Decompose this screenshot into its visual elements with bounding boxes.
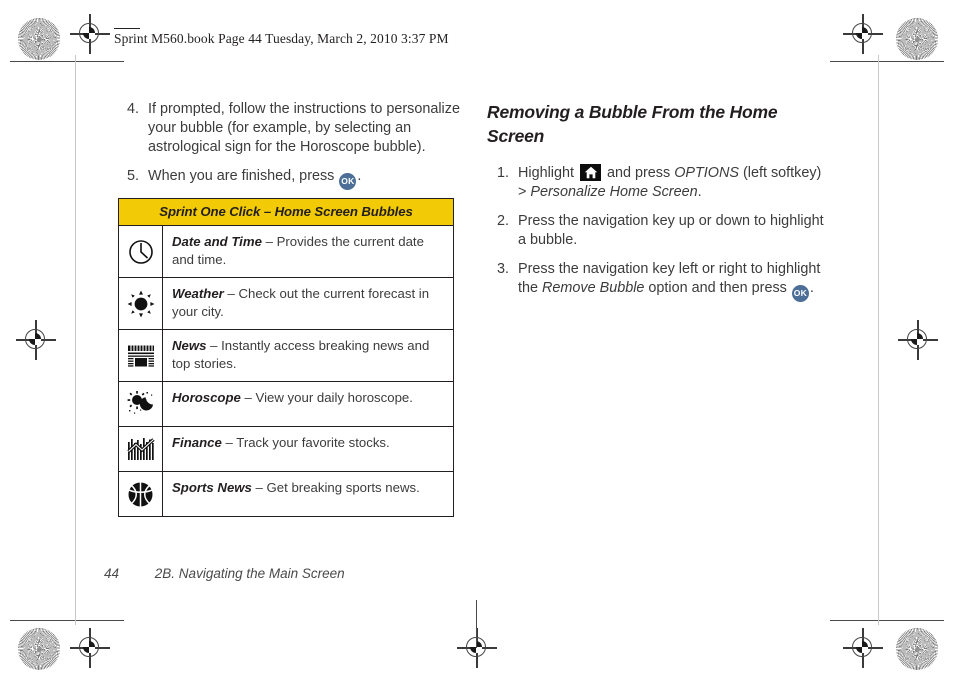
step-number: 5. bbox=[126, 168, 139, 184]
table-row: Sports News – Get breaking sports news. bbox=[119, 472, 453, 516]
registration-target-bottom-left bbox=[70, 628, 110, 668]
clock-icon bbox=[119, 226, 163, 277]
step-text: When you are finished, press OK. bbox=[148, 168, 361, 190]
step-item: 1. Highlight and press OPTIONS (left soft… bbox=[487, 164, 832, 202]
emphasis-text: Remove Bubble bbox=[542, 280, 645, 296]
step-number: 1. bbox=[496, 165, 509, 181]
bubble-name: Finance bbox=[172, 435, 222, 450]
registration-target-right-middle bbox=[898, 320, 938, 360]
density-starburst-bottom-left bbox=[18, 628, 60, 670]
bubble-name: Horoscope bbox=[172, 390, 241, 405]
running-header: Sprint M560.book Page 44 Tuesday, March … bbox=[114, 31, 449, 46]
footer-page-number: 44 bbox=[104, 566, 120, 581]
bubble-description: Finance – Track your favorite stocks. bbox=[172, 435, 390, 450]
running-header-rule bbox=[114, 28, 140, 30]
ok-key-icon: OK bbox=[339, 173, 357, 190]
stock-chart-icon bbox=[119, 427, 163, 471]
left-column: 4. If prompted, follow the instructions t… bbox=[117, 100, 462, 200]
step-text: Highlight and press OPTIONS (left softke… bbox=[518, 164, 822, 200]
registration-target-top-right bbox=[843, 14, 883, 54]
left-step-list: 4. If prompted, follow the instructions t… bbox=[117, 100, 462, 190]
step-item: 4. If prompted, follow the instructions t… bbox=[117, 100, 462, 157]
bubble-description: Weather – Check out the current forecast… bbox=[172, 286, 430, 319]
density-starburst-top-left bbox=[18, 18, 60, 60]
step-number: 2. bbox=[496, 213, 509, 229]
registration-target-bottom-right bbox=[843, 628, 883, 668]
bubble-name: Sports News bbox=[172, 480, 252, 495]
bubble-name: News bbox=[172, 338, 207, 353]
table-body: Date and Time – Provides the current dat… bbox=[119, 226, 453, 516]
table-header-title: Sprint One Click – Home Screen Bubbles bbox=[119, 199, 453, 226]
emphasis-text: Personalize Home Screen bbox=[530, 184, 698, 200]
step-number: 3. bbox=[496, 261, 509, 277]
step-text: Press the navigation key left or right t… bbox=[518, 261, 820, 302]
sun-moon-horoscope-icon bbox=[119, 382, 163, 426]
page-edge-left bbox=[75, 55, 76, 625]
crop-mark-bottom-right bbox=[830, 620, 944, 622]
bubble-name: Weather bbox=[172, 286, 224, 301]
bubble-name: Date and Time bbox=[172, 234, 262, 249]
crop-mark-center-fold bbox=[476, 600, 478, 648]
density-starburst-top-right bbox=[896, 18, 938, 60]
table-row: News – Instantly access breaking news an… bbox=[119, 330, 453, 382]
step-text: If prompted, follow the instructions to … bbox=[148, 101, 460, 155]
step-item: 5. When you are finished, press OK. bbox=[117, 167, 462, 190]
bubble-description: Sports News – Get breaking sports news. bbox=[172, 480, 420, 495]
ok-key-icon: OK bbox=[791, 285, 809, 302]
right-column: Removing a Bubble From the Home Screen 1… bbox=[487, 100, 832, 312]
density-starburst-bottom-right bbox=[896, 628, 938, 670]
step-item: 3. Press the navigation key left or right… bbox=[487, 260, 832, 302]
sun-weather-icon bbox=[119, 278, 163, 329]
table-row: Finance – Track your favorite stocks. bbox=[119, 427, 453, 472]
page-footer: 44 2B. Navigating the Main Screen bbox=[104, 566, 345, 581]
right-step-list: 1. Highlight and press OPTIONS (left soft… bbox=[487, 164, 832, 302]
bubble-description: Date and Time – Provides the current dat… bbox=[172, 234, 424, 267]
step-text: Press the navigation key up or down to h… bbox=[518, 213, 824, 248]
crop-mark-top-right bbox=[830, 61, 944, 63]
step-item: 2. Press the navigation key up or down to… bbox=[487, 212, 832, 250]
table-row: Date and Time – Provides the current dat… bbox=[119, 226, 453, 278]
newspaper-icon bbox=[119, 330, 163, 381]
table-row: Horoscope – View your daily horoscope. bbox=[119, 382, 453, 427]
footer-section-title: 2B. Navigating the Main Screen bbox=[154, 566, 345, 581]
registration-target-left-middle bbox=[16, 320, 56, 360]
section-heading: Removing a Bubble From the Home Screen bbox=[487, 102, 778, 146]
page-edge-right bbox=[878, 55, 879, 625]
home-screen-bubbles-table: Sprint One Click – Home Screen Bubbles D… bbox=[118, 198, 454, 517]
bubble-description: Horoscope – View your daily horoscope. bbox=[172, 390, 413, 405]
bubble-description: News – Instantly access breaking news an… bbox=[172, 338, 430, 371]
crop-mark-bottom-left bbox=[10, 620, 124, 622]
basketball-icon bbox=[119, 472, 163, 516]
step-number: 4. bbox=[126, 101, 139, 117]
crop-mark-top-left bbox=[10, 61, 124, 63]
emphasis-text: OPTIONS bbox=[674, 165, 739, 181]
home-key-icon bbox=[580, 164, 601, 181]
table-row: Weather – Check out the current forecast… bbox=[119, 278, 453, 330]
registration-target-top-left bbox=[70, 14, 110, 54]
